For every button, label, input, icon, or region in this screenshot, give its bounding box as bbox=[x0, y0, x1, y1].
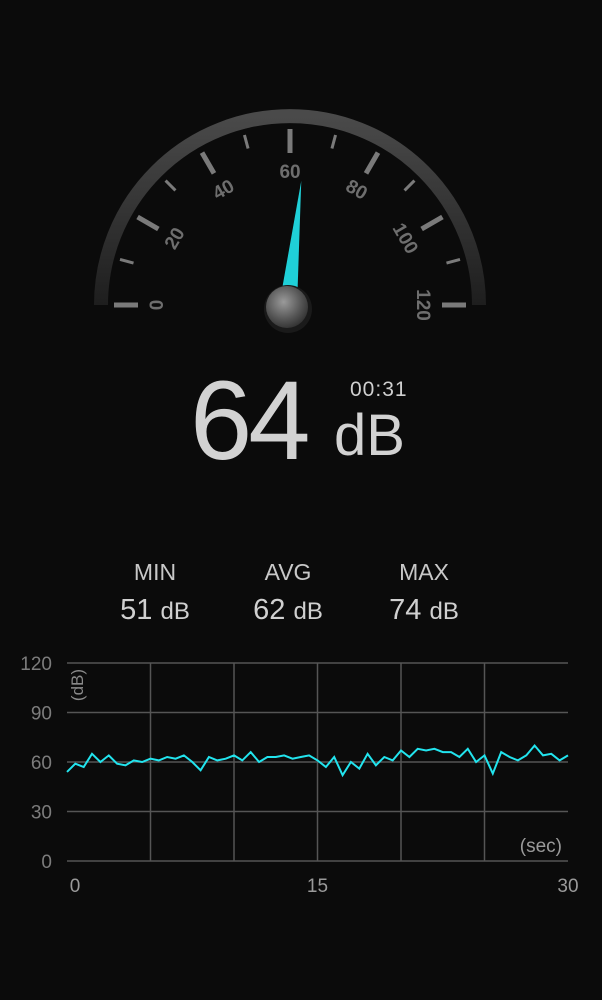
gauge-tick-label: 60 bbox=[279, 162, 300, 183]
history-chart: 120 90 60 30 0 0 15 30 (dB) (sec) bbox=[20, 654, 579, 897]
stat-min-value: 51 dB bbox=[95, 594, 215, 628]
y-tick-label: 0 bbox=[41, 852, 52, 873]
current-db-value: 64 bbox=[190, 358, 311, 483]
current-reading: 64 dB 00:31 bbox=[190, 358, 490, 483]
gauge: 0 20 40 60 80 100 120 bbox=[94, 109, 486, 333]
x-axis-label: (sec) bbox=[520, 836, 562, 857]
gauge-tick-label: 120 bbox=[412, 289, 433, 321]
stat-avg-unit: dB bbox=[293, 598, 323, 625]
stats-panel: MIN 51 dB AVG 62 dB MAX 74 dB bbox=[0, 558, 602, 638]
elapsed-timer: 00:31 bbox=[350, 378, 408, 401]
gauge-major-tick bbox=[363, 151, 381, 175]
y-tick-label: 60 bbox=[31, 753, 52, 774]
y-tick-label: 30 bbox=[31, 803, 52, 824]
stat-max-label: MAX bbox=[399, 559, 449, 585]
stat-min-label: MIN bbox=[133, 559, 177, 585]
gauge-minor-tick bbox=[119, 257, 134, 265]
gauge-tick-label: 100 bbox=[388, 220, 422, 258]
current-db-unit: dB bbox=[334, 403, 405, 468]
stat-avg-number: 62 bbox=[253, 594, 286, 626]
stat-max-value: 74 dB bbox=[364, 594, 484, 628]
gauge-minor-tick bbox=[242, 134, 250, 149]
y-tick-label: 120 bbox=[20, 654, 52, 675]
gauge-tick-label: 20 bbox=[161, 224, 190, 253]
gauge-major-tick bbox=[420, 214, 444, 232]
x-axis-tick-labels: 0 15 30 bbox=[70, 876, 579, 897]
stat-min-number: 51 bbox=[120, 594, 153, 626]
stat-avg: AVG 62 dB bbox=[228, 558, 348, 628]
gauge-minor-tick bbox=[164, 179, 177, 192]
gauge-major-tick bbox=[136, 214, 160, 232]
x-tick-label: 30 bbox=[557, 876, 578, 897]
gauge-tick-label: 80 bbox=[342, 176, 371, 205]
stat-min: MIN 51 dB bbox=[95, 558, 215, 628]
y-axis-tick-labels: 120 90 60 30 0 bbox=[20, 654, 52, 873]
y-tick-label: 90 bbox=[31, 704, 52, 725]
gauge-minor-tick bbox=[403, 179, 416, 192]
y-axis-label: (dB) bbox=[68, 669, 87, 701]
stat-max-number: 74 bbox=[389, 594, 422, 626]
stat-avg-value: 62 dB bbox=[228, 594, 348, 628]
x-tick-label: 0 bbox=[70, 876, 81, 897]
gauge-minor-tick bbox=[330, 134, 338, 149]
gauge-tick-label: 40 bbox=[209, 176, 238, 205]
gauge-tick-label: 0 bbox=[147, 300, 168, 311]
gauge-hub-cap bbox=[266, 286, 308, 328]
stat-min-unit: dB bbox=[160, 598, 190, 625]
gauge-major-tick bbox=[199, 151, 217, 175]
stat-max: MAX 74 dB bbox=[364, 558, 484, 628]
gauge-minor-tick bbox=[446, 257, 461, 265]
x-tick-label: 15 bbox=[307, 876, 328, 897]
stat-avg-label: AVG bbox=[264, 559, 312, 585]
stat-max-unit: dB bbox=[429, 598, 459, 625]
